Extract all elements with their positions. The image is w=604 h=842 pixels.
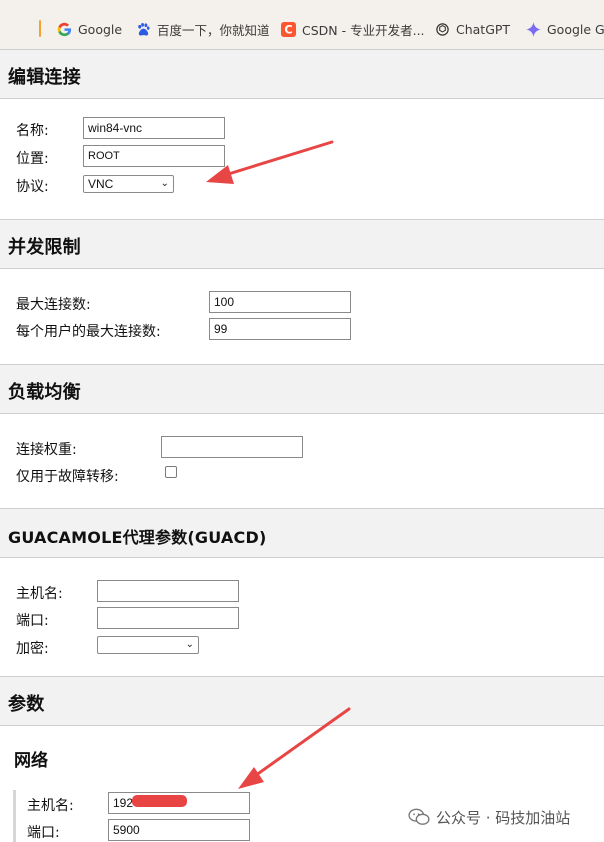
arrow-to-protocol [206,140,334,184]
annotation-arrows [206,140,351,789]
watermark-text: 公众号 · 码技加油站 [436,808,571,827]
wechat-icon [408,808,430,825]
watermark: 公众号 · 码技加油站 [408,806,570,828]
arrow-to-hostname [238,707,351,789]
